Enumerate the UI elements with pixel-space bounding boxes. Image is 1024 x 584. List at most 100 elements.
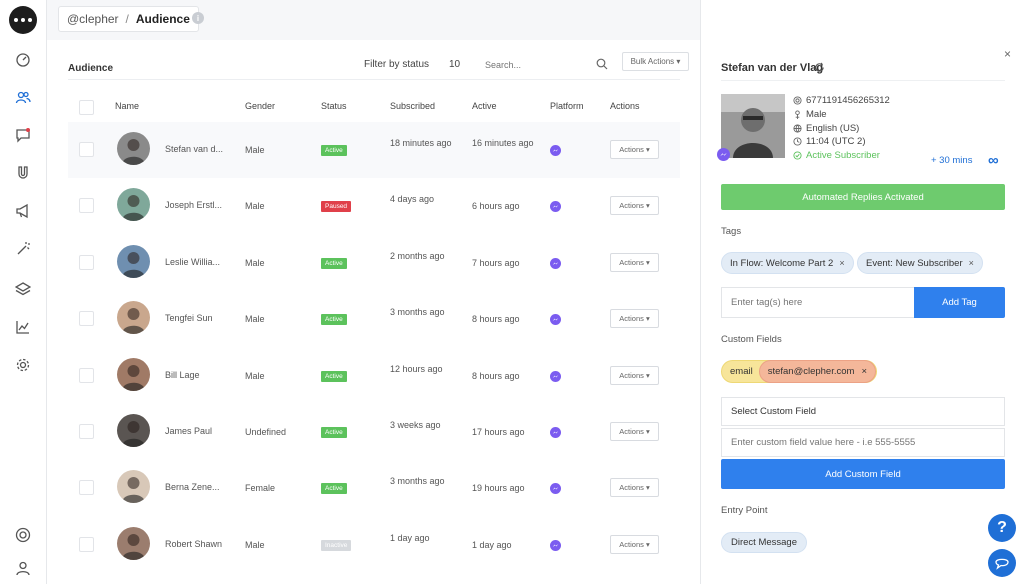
subscriber-gender: Male <box>793 109 827 120</box>
table-row[interactable]: Robert Shawn Male Inactive 1 day ago 1 d… <box>68 517 680 573</box>
row-checkbox[interactable] <box>79 536 94 552</box>
row-actions-button[interactable]: Actions ▾ <box>610 365 659 385</box>
magic-wand-icon[interactable] <box>14 240 32 258</box>
filter-by-status-label[interactable]: Filter by status <box>364 59 429 70</box>
messenger-icon <box>717 148 730 161</box>
refresh-icon[interactable] <box>814 62 825 73</box>
row-actions-button[interactable]: Actions ▾ <box>610 422 659 441</box>
avatar <box>117 244 150 278</box>
settings-icon[interactable] <box>14 356 32 374</box>
layers-icon[interactable] <box>14 280 32 298</box>
subscribed-cell: 2 months ago <box>390 250 445 261</box>
row-actions-button[interactable]: Actions ▾ <box>610 309 659 329</box>
subscriber-name-cell[interactable]: Bill Lage <box>165 368 200 382</box>
table-row[interactable]: Joseph Erstl... Male Paused 4 days ago 6… <box>68 178 680 234</box>
subscriber-id-value: 6771191456265312 <box>806 95 890 106</box>
help-button[interactable]: ? <box>988 514 1016 542</box>
row-actions-button[interactable]: Actions ▾ <box>610 252 659 272</box>
status-badge: Paused <box>321 201 352 213</box>
entry-point-label: Entry Point <box>721 505 768 516</box>
active-cell: 8 hours ago <box>472 370 520 381</box>
profile-icon[interactable] <box>14 559 32 577</box>
audience-list: Audience Filter by status 10 Bulk Action… <box>47 40 700 584</box>
subscribed-cell: 3 weeks ago <box>390 420 441 430</box>
status-badge: Active <box>321 314 347 326</box>
bulk-actions-button[interactable]: Bulk Actions ▾ <box>622 52 689 71</box>
chat-bubble-icon <box>995 558 1009 570</box>
subscriber-name-cell[interactable]: Tengfei Sun <box>165 311 213 325</box>
filter-count[interactable]: 10 <box>449 59 460 70</box>
custom-field-value-input[interactable] <box>721 428 1005 457</box>
table-row[interactable]: Leslie Willia... Male Active 2 months ag… <box>68 235 680 291</box>
row-checkbox[interactable] <box>79 480 94 496</box>
tags-label: Tags <box>721 226 742 237</box>
gender-icon <box>795 110 800 119</box>
lifebuoy-icon[interactable] <box>14 526 32 544</box>
row-checkbox[interactable] <box>79 142 94 157</box>
column-header-gender: Gender <box>245 101 276 111</box>
subscribed-cell: 12 hours ago <box>390 363 443 374</box>
tag-input[interactable] <box>721 287 914 318</box>
select-custom-field[interactable]: Select Custom Field <box>721 397 1005 426</box>
time-offset-button[interactable]: + 30 mins <box>931 155 972 166</box>
support-chat-button[interactable] <box>988 549 1016 577</box>
column-header-platform: Platform <box>550 101 584 111</box>
breadcrumb-handle[interactable]: @clepher <box>67 12 119 26</box>
divider <box>721 80 1005 81</box>
magnet-icon[interactable] <box>14 164 32 182</box>
megaphone-icon[interactable] <box>14 202 32 220</box>
analytics-icon[interactable] <box>14 318 32 336</box>
custom-field-remove-button[interactable]: × <box>861 366 867 377</box>
subscriber-name-cell[interactable]: Robert Shawn <box>165 537 222 551</box>
subscriber-name-cell[interactable]: Joseph Erstl... <box>165 198 222 212</box>
close-panel-button[interactable]: × <box>1004 47 1011 61</box>
messenger-icon <box>550 427 561 438</box>
automated-replies-button[interactable]: Automated Replies Activated <box>721 184 1005 210</box>
tag-remove-button[interactable]: × <box>969 258 974 268</box>
sidebar <box>0 0 47 584</box>
active-cell: 1 day ago <box>472 539 512 550</box>
row-actions-button[interactable]: Actions ▾ <box>610 478 659 498</box>
infinity-icon[interactable]: ∞ <box>988 152 999 169</box>
row-checkbox[interactable] <box>79 311 94 327</box>
add-tag-button[interactable]: Add Tag <box>914 287 1005 318</box>
tag-pill: In Flow: Welcome Part 2 × <box>721 252 854 274</box>
tag-remove-button[interactable]: × <box>839 258 844 268</box>
subscriber-name-cell[interactable]: James Paul <box>165 424 212 438</box>
dashboard-icon[interactable] <box>14 50 32 68</box>
row-checkbox[interactable] <box>79 367 94 383</box>
row-checkbox[interactable] <box>79 198 94 214</box>
row-actions-button[interactable]: Actions ▾ <box>610 140 659 159</box>
info-icon[interactable]: i <box>192 12 204 24</box>
gender-cell: Male <box>245 201 265 212</box>
search-icon[interactable] <box>596 58 608 70</box>
table-row[interactable]: Bill Lage Male Active 12 hours ago 8 hou… <box>68 348 680 404</box>
row-actions-button[interactable]: Actions ▾ <box>610 534 659 554</box>
column-header-subscribed: Subscribed <box>390 101 436 111</box>
active-cell: 16 minutes ago <box>472 138 534 148</box>
column-header-actions: Actions <box>610 101 640 111</box>
row-actions-button[interactable]: Actions ▾ <box>610 196 659 216</box>
subscriber-time-value: 11:04 (UTC 2) <box>806 136 866 147</box>
status-badge: Active <box>321 145 347 156</box>
users-icon[interactable] <box>14 88 32 106</box>
active-cell: 6 hours ago <box>472 201 520 212</box>
table-row[interactable]: Stefan van d... Male Active 18 minutes a… <box>68 122 680 178</box>
select-all-checkbox[interactable] <box>79 100 94 115</box>
table-row[interactable]: Tengfei Sun Male Active 3 months ago 8 h… <box>68 291 680 347</box>
row-checkbox[interactable] <box>79 254 94 270</box>
active-cell: 17 hours ago <box>472 427 525 437</box>
subscriber-name-cell[interactable]: Leslie Willia... <box>165 255 220 269</box>
table-row[interactable]: James Paul Undefined Active 3 weeks ago … <box>68 404 680 460</box>
subscriber-name-cell[interactable]: Stefan van d... <box>165 142 223 156</box>
subscribed-cell: 3 months ago <box>390 307 445 318</box>
messenger-icon <box>550 314 561 326</box>
add-custom-field-button[interactable]: Add Custom Field <box>721 459 1005 489</box>
search-input[interactable] <box>485 55 609 75</box>
clepher-logo[interactable] <box>9 6 37 34</box>
table-row[interactable]: Berna Zene... Female Active 3 months ago… <box>68 460 680 516</box>
chat-icon[interactable] <box>14 126 32 144</box>
subscriber-name-cell[interactable]: Berna Zene... <box>165 480 220 494</box>
messenger-icon <box>550 145 561 156</box>
row-checkbox[interactable] <box>79 424 94 439</box>
